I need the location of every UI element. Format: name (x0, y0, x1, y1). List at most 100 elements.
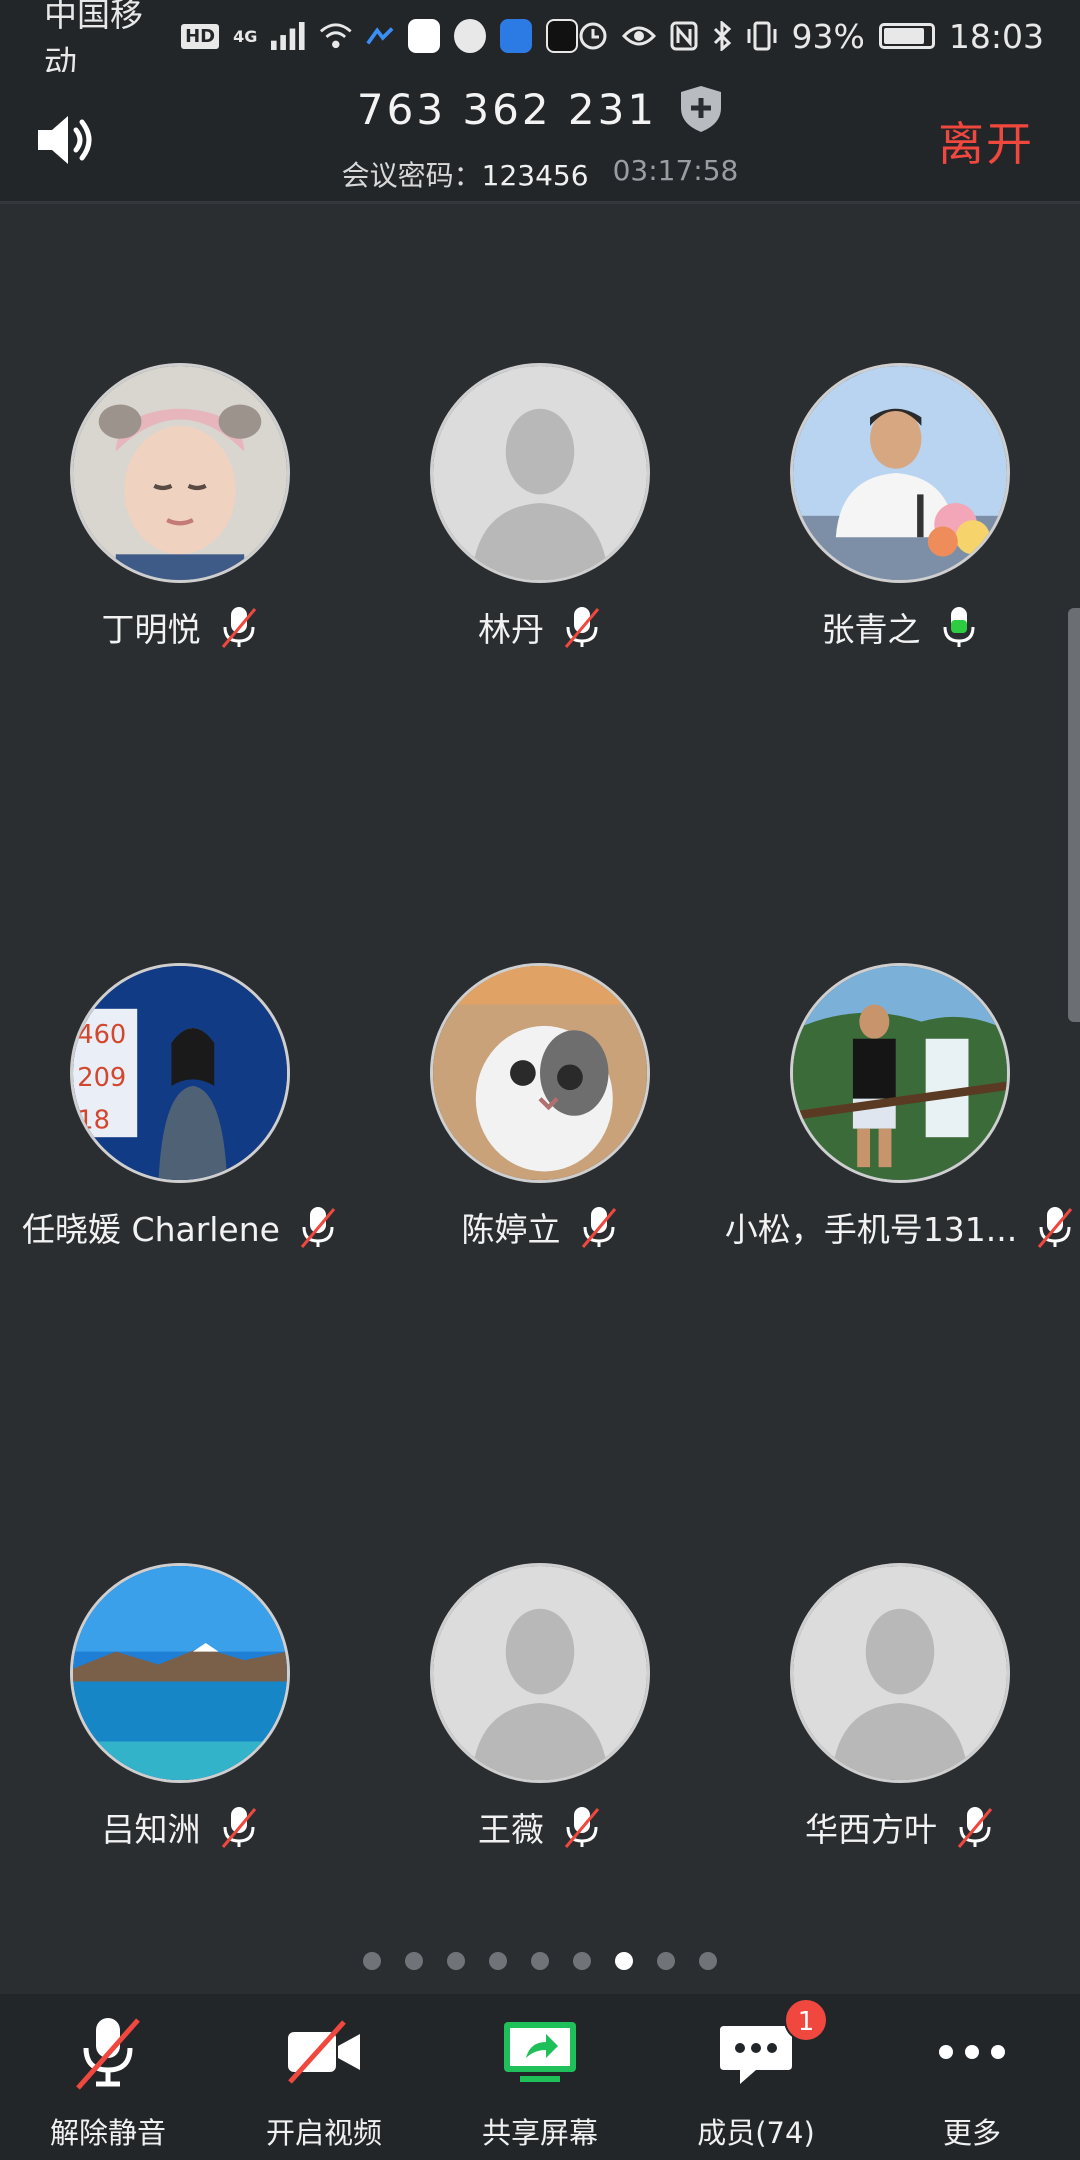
app-store-icon (499, 19, 532, 53)
participant-name: 林丹 (478, 610, 544, 649)
bluetooth-icon (713, 21, 731, 51)
participant-name-row: 吕知洲 (0, 1803, 360, 1851)
meeting-id[interactable]: 763 362 231 (357, 85, 657, 134)
start-video-button[interactable]: 开启视频 (216, 1994, 432, 2160)
tiktok-app-icon (545, 19, 578, 53)
leave-button[interactable]: 离开 (938, 108, 1034, 174)
baidu-app-icon (408, 19, 441, 53)
share-screen-button[interactable]: 共享屏幕 (432, 1994, 648, 2160)
participant-tile[interactable]: 小松，手机号131... (720, 807, 1080, 1249)
data-saver-icon (579, 22, 607, 50)
svg-text:460: 460 (77, 1020, 126, 1050)
page-dot[interactable] (531, 1952, 549, 1970)
microphone-muted-icon (221, 1807, 256, 1848)
participant-name-row: 任晓媛 Charlene (0, 1203, 360, 1251)
meeting-header: 763 362 231 会议密码：123456 03:17:58 离开 (0, 72, 1080, 204)
participant-tile[interactable]: 460 209 18 任晓媛 Charlene (0, 807, 360, 1249)
members-label: 成员(74) (697, 2116, 815, 2150)
password-value: 123456 (481, 159, 589, 192)
participant-avatar (70, 363, 290, 583)
participant-avatar (430, 1563, 650, 1783)
unread-badge: 1 (784, 1998, 828, 2042)
participant-name-row: 王薇 (360, 1803, 720, 1851)
meeting-duration: 03:17:58 (612, 154, 739, 187)
microphone-muted-icon (1038, 1207, 1073, 1248)
page-dot[interactable] (615, 1952, 633, 1970)
battery-icon (878, 23, 935, 49)
participant-name-row: 小松，手机号131... (720, 1203, 1080, 1251)
participant-avatar (790, 963, 1010, 1183)
hd-icon: HD (181, 23, 220, 49)
meeting-toolbar: 解除静音 开启视频 共享屏幕 1 成员(74) 更多 (0, 1994, 1080, 2160)
app-notification-icon (366, 27, 394, 45)
page-dot[interactable] (699, 1952, 717, 1970)
participant-name-row: 陈婷立 (360, 1203, 720, 1251)
page-dot[interactable] (657, 1952, 675, 1970)
microphone-muted-icon (581, 1207, 616, 1248)
participant-name: 吕知洲 (101, 1810, 201, 1849)
participant-tile[interactable]: 吕知洲 (0, 1407, 360, 1849)
microphone-muted-icon (564, 1807, 600, 1848)
eye-icon (621, 26, 656, 46)
more-label: 更多 (942, 2116, 1001, 2150)
participant-tile[interactable]: 华西方叶 (720, 1407, 1080, 1849)
microphone-active-icon (943, 607, 974, 647)
participant-name: 陈婷立 (461, 1210, 561, 1249)
status-bar: 中国移动 HD 4G 93% 18:03 (0, 0, 1080, 82)
participant-name: 王薇 (478, 1810, 544, 1849)
clock: 18:03 (948, 16, 1044, 56)
microphone-muted-icon (957, 1807, 993, 1848)
unmute-button[interactable]: 解除静音 (0, 1994, 216, 2160)
nfc-icon (670, 21, 698, 51)
share-screen-icon (504, 2022, 576, 2082)
page-dot[interactable] (489, 1952, 507, 1970)
video-off-icon (288, 2020, 360, 2084)
participant-name: 华西方叶 (805, 1810, 937, 1849)
share-screen-label: 共享屏幕 (481, 2116, 598, 2150)
more-button[interactable]: 更多 (864, 1994, 1080, 2160)
microphone-muted-icon (564, 607, 600, 648)
wifi-icon (319, 23, 352, 49)
participant-name: 丁明悦 (101, 610, 201, 649)
participant-tile[interactable]: 林丹 (360, 207, 720, 649)
signal-icon (271, 22, 305, 50)
unmute-label: 解除静音 (49, 2116, 166, 2150)
members-button[interactable]: 1 成员(74) (648, 1994, 864, 2160)
compass-app-icon (454, 19, 486, 53)
participant-tile[interactable]: 王薇 (360, 1407, 720, 1849)
participant-tile[interactable]: 张青之 (720, 207, 1080, 649)
svg-text:209: 209 (77, 1063, 126, 1093)
page-dot[interactable] (573, 1952, 591, 1970)
page-dot[interactable] (363, 1952, 381, 1970)
microphone-muted-icon (221, 607, 256, 648)
participant-avatar (790, 363, 1010, 583)
muted-microphone-icon (76, 2018, 140, 2090)
password-label: 会议密码： (341, 159, 482, 192)
participant-avatar (790, 1563, 1010, 1783)
participant-name: 张青之 (821, 610, 921, 649)
participant-name: 小松，手机号131... (724, 1210, 1018, 1249)
scrollbar[interactable] (1068, 608, 1080, 1022)
more-dots-icon (939, 2045, 1005, 2059)
participant-avatar (430, 363, 650, 583)
page-dot[interactable] (447, 1952, 465, 1970)
participant-grid: 丁明悦 林丹 张青之 460 209 18 任晓媛 Charlene 陈婷立 小松，手机号131… (0, 207, 1080, 1947)
battery-percent: 93% (791, 16, 865, 56)
vibrate-icon (747, 21, 777, 51)
participant-avatar: 460 209 18 (70, 963, 290, 1183)
participant-name-row: 林丹 (360, 603, 720, 651)
microphone-muted-icon (300, 1207, 336, 1248)
participant-name-row: 丁明悦 (0, 603, 360, 651)
security-shield-icon[interactable] (679, 84, 723, 134)
participant-name-row: 华西方叶 (720, 1803, 1080, 1851)
participant-tile[interactable]: 丁明悦 (0, 207, 360, 649)
participant-avatar (70, 1563, 290, 1783)
network-type-label: 4G (233, 26, 258, 46)
participant-avatar (430, 963, 650, 1183)
svg-text:18: 18 (77, 1106, 110, 1136)
start-video-label: 开启视频 (265, 2116, 382, 2150)
participant-tile[interactable]: 陈婷立 (360, 807, 720, 1249)
page-dot[interactable] (405, 1952, 423, 1970)
participant-name-row: 张青之 (720, 603, 1080, 651)
page-indicator (0, 1952, 1080, 1970)
